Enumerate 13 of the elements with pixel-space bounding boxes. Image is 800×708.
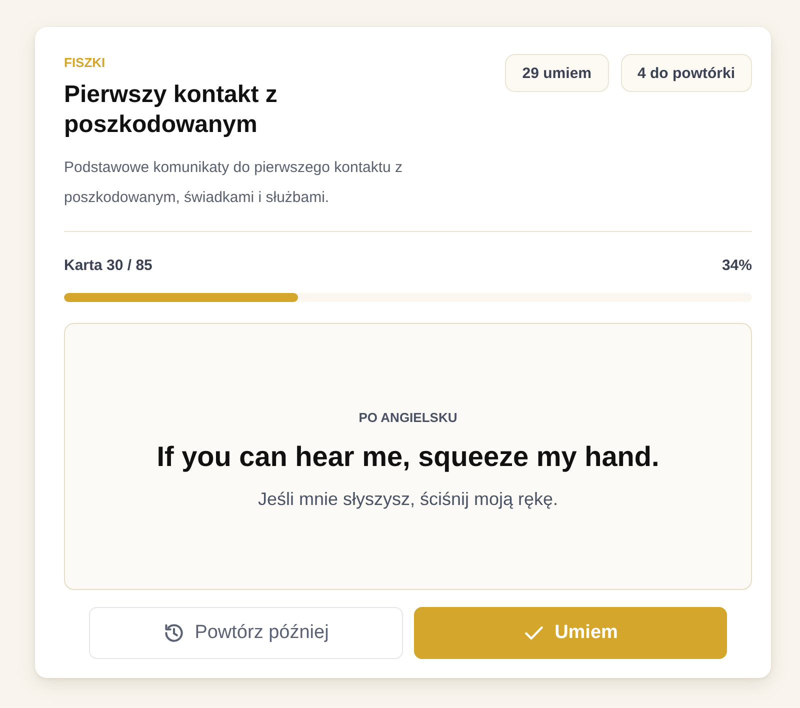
count-badge: 4 do powtórki bbox=[620, 54, 752, 92]
section-label: FISZKI bbox=[64, 54, 106, 72]
phrase-text: If you can hear me, squeeze my hand. bbox=[156, 440, 660, 474]
progress-percent: 34% bbox=[722, 256, 752, 276]
flashcard[interactable]: PO ANGIELSKU If you can hear me, squeeze my hand. Jeśli mnie słyszysz, ściśnij moją rękę. bbox=[64, 323, 752, 590]
review-later-button[interactable]: Powtórz później bbox=[89, 607, 402, 659]
translation-text: Jeśli mnie słyszysz, ściśnij moją rękę. bbox=[258, 488, 558, 510]
count-badge: 29 umiem bbox=[505, 54, 608, 92]
card-counter: Karta 30 / 85 bbox=[64, 256, 152, 276]
deck-title: Pierwszy kontakt z poszkodowanym bbox=[64, 80, 278, 140]
language-label: PO ANGIELSKU bbox=[358, 408, 458, 426]
deck-description: Podstawowe komunikaty do pierwszego kontaktu z poszkodowanym, świadkami i służbami. bbox=[64, 158, 404, 208]
history-icon bbox=[162, 622, 185, 644]
